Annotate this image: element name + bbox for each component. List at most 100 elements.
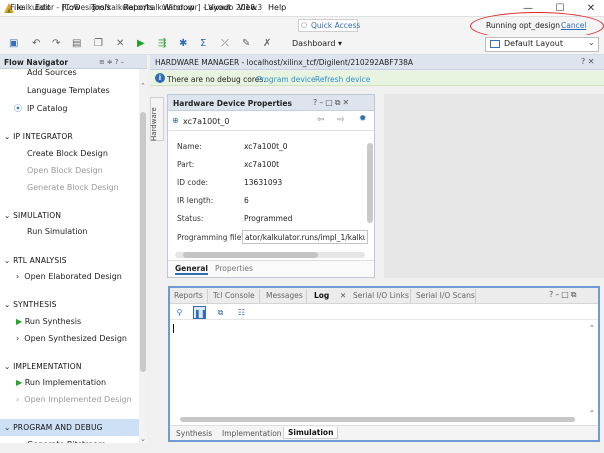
flow-navigator-controls[interactable]: ≡≑?– xyxy=(99,58,126,66)
nav-run-synthesis[interactable]: ▶ Run Synthesis xyxy=(16,317,81,326)
properties-vscrollbar[interactable] xyxy=(367,143,373,223)
scroll-down-icon[interactable]: ⌄ xyxy=(140,435,146,443)
scroll-up-icon[interactable]: ⌃ xyxy=(589,324,595,332)
tab-separator xyxy=(207,289,208,303)
chevron-down-icon: ⌄ xyxy=(4,362,11,371)
project-icon[interactable]: ▣ xyxy=(9,38,18,49)
undo-icon[interactable]: ↶ xyxy=(32,38,40,49)
tab-serial-io-scans[interactable]: Serial I/O Scans xyxy=(416,291,475,300)
gear-icon[interactable]: ✹ xyxy=(359,114,367,124)
refresh-device-link[interactable]: Refresh device xyxy=(315,75,370,84)
program-device-icon[interactable]: ⇶ xyxy=(158,38,166,49)
tab-log[interactable]: Log xyxy=(314,291,329,300)
tab-properties[interactable]: Properties xyxy=(215,264,253,273)
chevron-down-icon: ⌄ xyxy=(4,300,11,309)
menu-edit[interactable]: Edit xyxy=(35,3,51,12)
dashboard-button[interactable]: Dashboard ▾ xyxy=(292,39,342,48)
back-arrow-icon[interactable]: ⇦ xyxy=(317,115,325,125)
tool-icon[interactable]: ✗ xyxy=(263,38,271,49)
table-view-icon[interactable]: ☷ xyxy=(235,306,248,319)
nav-section-program-and-debug[interactable]: ⌄ PROGRAM AND DEBUG xyxy=(4,423,103,432)
properties-window-controls[interactable]: ?–□⧉✕ xyxy=(313,98,351,108)
close-tab-icon[interactable]: ✕ xyxy=(340,291,346,300)
nav-section-label: IMPLEMENTATION xyxy=(13,362,82,371)
forward-arrow-icon[interactable]: ⇨ xyxy=(337,115,345,125)
properties-hscrollbar-thumb[interactable] xyxy=(183,252,318,258)
prop-label-name: Name: xyxy=(177,142,202,151)
tab-messages[interactable]: Messages xyxy=(266,291,303,300)
chevron-down-icon[interactable]: ⌄ xyxy=(588,38,595,47)
menu-layout[interactable]: Layout xyxy=(204,3,231,12)
nav-add-sources[interactable]: Add Sources xyxy=(27,68,77,77)
nav-ip-catalog[interactable]: IP Catalog xyxy=(27,104,67,113)
sigma-icon[interactable]: Σ xyxy=(200,38,206,49)
tab-separator xyxy=(306,289,307,303)
settings-icon[interactable]: ✱ xyxy=(179,38,187,49)
scroll-down-icon[interactable]: ⌄ xyxy=(589,406,595,414)
nav-section-label: SIMULATION xyxy=(13,211,62,220)
pause-icon[interactable]: ❚❚ xyxy=(193,306,207,319)
nav-run-implementation[interactable]: ▶ Run Implementation xyxy=(16,378,106,387)
run-icon[interactable]: ▶ xyxy=(137,38,145,49)
nav-generate-block-design[interactable]: Generate Block Design xyxy=(27,183,119,192)
hardware-manager-controls[interactable]: ? ✕ xyxy=(581,57,595,66)
menu-file[interactable]: File xyxy=(10,3,23,12)
menu-tools[interactable]: Tools xyxy=(91,3,111,12)
redo-icon[interactable]: ↷ xyxy=(52,38,60,49)
nav-scrollbar-thumb[interactable] xyxy=(140,112,146,372)
nav-section-implementation[interactable]: ⌄ IMPLEMENTATION xyxy=(4,362,82,371)
hardware-side-tab-label: Hardware xyxy=(150,107,158,141)
nav-language-templates[interactable]: Language Templates xyxy=(27,86,110,95)
nav-open-synthesized-design[interactable]: › Open Synthesized Design xyxy=(16,334,127,343)
tab-synthesis[interactable]: Synthesis xyxy=(176,429,212,438)
prop-value-status: Programmed xyxy=(244,214,293,223)
flow-navigator-title: Flow Navigator xyxy=(4,58,69,67)
nav-section-ip-integrator[interactable]: ⌄ IP INTEGRATOR xyxy=(4,132,73,141)
scroll-up-icon[interactable]: ⌃ xyxy=(140,82,146,90)
nav-section-simulation[interactable]: ⌄ SIMULATION xyxy=(4,211,61,220)
nav-item-label: Open Synthesized Design xyxy=(24,334,127,343)
nav-section-label: PROGRAM AND DEBUG xyxy=(13,423,103,432)
nav-open-implemented-design[interactable]: › Open Implemented Design xyxy=(16,395,132,404)
search-icon: ○ xyxy=(301,21,308,29)
text-cursor xyxy=(173,324,174,333)
device-chip-icon: ⊕ xyxy=(172,116,179,125)
properties-title: Hardware Device Properties xyxy=(173,99,292,108)
program-device-link[interactable]: Program device xyxy=(257,75,316,84)
play-icon: ▶ xyxy=(16,317,23,326)
tab-serial-io-links[interactable]: Serial I/O Links xyxy=(353,291,409,300)
ip-catalog-icon: ⦿ xyxy=(14,104,22,113)
prop-label-ir-length: IR length: xyxy=(177,196,214,205)
tab-simulation[interactable]: Simulation xyxy=(283,427,339,439)
tab-general[interactable]: General xyxy=(175,264,208,275)
nav-run-simulation[interactable]: Run Simulation xyxy=(27,227,88,236)
menu-flow[interactable]: Flow xyxy=(62,3,80,12)
menu-view[interactable]: View xyxy=(238,3,257,12)
log-window-controls[interactable]: ?–□⧉ xyxy=(549,290,579,300)
status-bar xyxy=(0,443,604,453)
delete-icon[interactable]: ✕ xyxy=(116,38,124,49)
debug-icon[interactable]: ⤫ xyxy=(221,38,229,49)
save-icon[interactable]: ▤ xyxy=(72,38,81,49)
menu-reports[interactable]: Reports xyxy=(123,3,154,12)
copy-icon[interactable]: ❐ xyxy=(94,38,103,49)
nav-create-block-design[interactable]: Create Block Design xyxy=(27,149,108,158)
menu-help[interactable]: Help xyxy=(268,3,286,12)
tab-implementation[interactable]: Implementation xyxy=(222,429,282,438)
log-hscrollbar-thumb[interactable] xyxy=(180,417,575,422)
search-icon[interactable]: ⚲ xyxy=(173,306,186,319)
menu-window[interactable]: Window xyxy=(163,3,195,12)
programming-file-value: ator/kalkulator.runs/impl_1/kalkulator xyxy=(245,233,365,242)
chevron-down-icon: ⌄ xyxy=(4,256,11,265)
dashboard-label: Dashboard xyxy=(292,39,336,48)
edit-icon[interactable]: ✎ xyxy=(242,38,250,49)
nav-open-block-design[interactable]: Open Block Design xyxy=(27,166,103,175)
prop-value-ir-length: 6 xyxy=(244,196,249,205)
nav-open-elaborated-design[interactable]: › Open Elaborated Design xyxy=(16,272,122,281)
prop-value-part: xc7a100t xyxy=(244,160,280,169)
nav-section-synthesis[interactable]: ⌄ SYNTHESIS xyxy=(4,300,57,309)
nav-section-rtl-analysis[interactable]: ⌄ RTL ANALYSIS xyxy=(4,256,67,265)
copy-icon[interactable]: ⧉ xyxy=(214,306,227,319)
tab-reports[interactable]: Reports xyxy=(174,291,203,300)
tab-tcl-console[interactable]: Tcl Console xyxy=(213,291,255,300)
